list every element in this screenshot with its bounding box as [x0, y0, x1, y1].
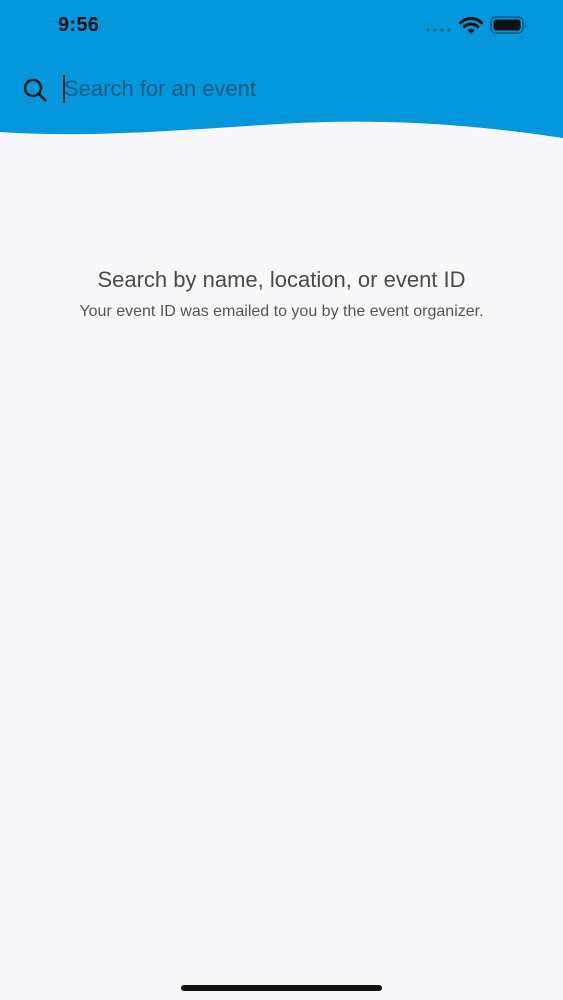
- cellular-signal-icon: [426, 28, 451, 32]
- search-icon: [23, 78, 47, 102]
- empty-state: Search by name, location, or event ID Yo…: [60, 266, 503, 323]
- battery-icon: [490, 16, 527, 34]
- empty-state-subtitle: Your event ID was emailed to you by the …: [79, 303, 484, 320]
- status-bar: 9:56: [0, 0, 563, 52]
- home-indicator[interactable]: [181, 985, 382, 991]
- search-bar[interactable]: [0, 66, 563, 112]
- text-cursor: [63, 75, 65, 103]
- empty-state-title: Search by name, location, or event ID: [97, 267, 466, 292]
- search-input[interactable]: [62, 70, 534, 108]
- screen: 9:56 Search for an event Search by name,…: [0, 0, 563, 1000]
- status-time: 9:56: [58, 14, 100, 36]
- header: 9:56: [0, 0, 563, 140]
- wifi-icon: [459, 17, 483, 34]
